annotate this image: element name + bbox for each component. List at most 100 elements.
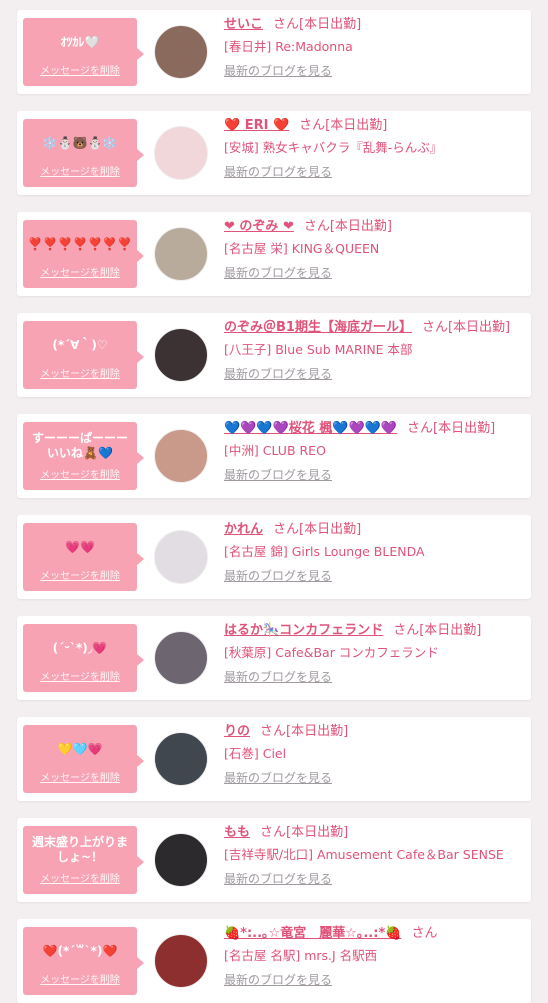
latest-blog-link[interactable]: 最新のブログを見る xyxy=(224,365,332,382)
delete-message-link[interactable]: メッセージを削除 xyxy=(27,163,133,178)
message-text: ❄️⛄🐻⛄❄️ xyxy=(42,135,118,150)
message-card: (*´∀｀)♡ メッセージを削除 のぞみ＠B1期生【海底ガール】 さん[本日出勤]… xyxy=(17,313,531,397)
avatar[interactable] xyxy=(154,126,208,180)
latest-blog-link[interactable]: 最新のブログを見る xyxy=(224,870,332,887)
cast-info: ❤ のぞみ ❤ さん[本日出勤] [名古屋 栄] KING＆QUEEN 最新のブロ… xyxy=(224,218,525,281)
message-card: ❤️(*´꒳`*)❤️ メッセージを削除 🍓*:..｡☆竜宮 麗華☆｡..:*🍓… xyxy=(17,919,531,1003)
delete-message-link[interactable]: メッセージを削除 xyxy=(27,668,133,683)
message-card: ❣️❣️❣️❣️❣️❣️❣️ メッセージを削除 ❤ のぞみ ❤ さん[本日出勤] … xyxy=(17,212,531,296)
avatar[interactable] xyxy=(154,328,208,382)
cast-info: のぞみ＠B1期生【海底ガール】 さん[本日出勤] [八王子] Blue Sub M… xyxy=(224,319,525,382)
cast-suffix: さん[本日出勤] xyxy=(303,219,392,234)
message-bubble: ❄️⛄🐻⛄❄️ メッセージを削除 xyxy=(23,119,144,187)
cast-suffix: さん[本日出勤] xyxy=(260,724,349,739)
message-text: 週末盛り上がりましょ~！ xyxy=(31,835,128,864)
avatar[interactable] xyxy=(154,429,208,483)
latest-blog-link[interactable]: 最新のブログを見る xyxy=(224,163,332,180)
cast-info: かれん さん[本日出勤] [名古屋 錦] Girls Lounge BLENDA … xyxy=(224,521,525,584)
avatar[interactable] xyxy=(154,833,208,887)
message-card: 💛🩵💗 メッセージを削除 りの さん[本日出勤] [石巻] Ciel 最新のブログ… xyxy=(17,717,531,801)
message-bubble: すーーーぱーーーいいね🧸💙 メッセージを削除 xyxy=(23,422,144,490)
store-name: [吉祥寺駅/北口] Amusement Cafe＆Bar SENSE xyxy=(224,847,504,862)
avatar[interactable] xyxy=(154,631,208,685)
cast-suffix: さん[本日出勤] xyxy=(407,421,496,436)
store-name: [安城] 熟女キャバクラ『乱舞-らんぶ』 xyxy=(224,140,443,155)
delete-message-link[interactable]: メッセージを削除 xyxy=(27,62,133,77)
cast-info: りの さん[本日出勤] [石巻] Ciel 最新のブログを見る xyxy=(224,723,525,786)
delete-message-link[interactable]: メッセージを削除 xyxy=(27,769,133,784)
delete-message-link[interactable]: メッセージを削除 xyxy=(27,971,133,986)
avatar[interactable] xyxy=(154,934,208,988)
cast-suffix: さん[本日出勤] xyxy=(421,320,511,335)
cast-name-link[interactable]: のぞみ＠B1期生【海底ガール】 xyxy=(224,320,412,335)
message-bubble: ❤️(*´꒳`*)❤️ メッセージを削除 xyxy=(23,927,144,995)
avatar[interactable] xyxy=(154,530,208,584)
message-bubble: ❣️❣️❣️❣️❣️❣️❣️ メッセージを削除 xyxy=(23,220,144,288)
cast-info: 💙💜💙💜桜花 楓💙💜💙💜 さん[本日出勤] [中洲] CLUB REO 最新のブロ… xyxy=(224,420,525,483)
message-bubble: 💛🩵💗 メッセージを削除 xyxy=(23,725,144,793)
store-name: [中洲] CLUB REO xyxy=(224,443,326,458)
delete-message-link[interactable]: メッセージを削除 xyxy=(27,567,133,582)
store-name: [春日井] Re:Madonna xyxy=(224,39,353,54)
message-bubble: (*´∀｀)♡ メッセージを削除 xyxy=(23,321,144,389)
latest-blog-link[interactable]: 最新のブログを見る xyxy=(224,668,332,685)
latest-blog-link[interactable]: 最新のブログを見る xyxy=(224,971,332,988)
cast-suffix: さん[本日出勤] xyxy=(260,825,349,840)
cast-info: ❤️ ERI ❤️ さん[本日出勤] [安城] 熟女キャバクラ『乱舞-らんぶ』 最… xyxy=(224,117,525,180)
cast-name-link[interactable]: もも xyxy=(224,825,250,840)
message-bubble: (ˊᵕˋ*)◞💗 メッセージを削除 xyxy=(23,624,144,692)
cast-suffix: さん[本日出勤] xyxy=(393,623,482,638)
delete-message-link[interactable]: メッセージを削除 xyxy=(27,466,133,481)
cast-name-link[interactable]: 💙💜💙💜桜花 楓💙💜💙💜 xyxy=(224,421,397,436)
store-name: [名古屋 名駅] mrs.J 名駅西 xyxy=(224,948,378,963)
message-text: (*´∀｀)♡ xyxy=(52,337,108,352)
store-name: [秋葉原] Cafe&Bar コンカフェランド xyxy=(224,645,439,660)
message-text: 💛🩵💗 xyxy=(57,741,103,756)
latest-blog-link[interactable]: 最新のブログを見る xyxy=(224,769,332,786)
message-list: ｵﾂｶﾚ🤍 メッセージを削除 せいこ さん[本日出勤] [春日井] Re:Mado… xyxy=(0,0,548,1003)
store-name: [石巻] Ciel xyxy=(224,746,287,761)
message-bubble: 💗💗 メッセージを削除 xyxy=(23,523,144,591)
message-text: すーーーぱーーーいいね🧸💙 xyxy=(31,431,128,460)
latest-blog-link[interactable]: 最新のブログを見る xyxy=(224,62,332,79)
cast-info: はるか🎠コンカフェランド さん[本日出勤] [秋葉原] Cafe&Bar コンカフ… xyxy=(224,622,525,685)
cast-suffix: さん xyxy=(411,926,438,941)
store-name: [名古屋 栄] KING＆QUEEN xyxy=(224,241,380,256)
message-text: 💗💗 xyxy=(65,539,95,554)
message-text: (ˊᵕˋ*)◞💗 xyxy=(52,640,108,655)
delete-message-link[interactable]: メッセージを削除 xyxy=(27,870,133,885)
cast-name-link[interactable]: ❤ のぞみ ❤ xyxy=(224,219,294,234)
message-bubble: ｵﾂｶﾚ🤍 メッセージを削除 xyxy=(23,18,144,86)
message-card: 週末盛り上がりましょ~！ メッセージを削除 もも さん[本日出勤] [吉祥寺駅/北… xyxy=(17,818,531,902)
cast-info: 🍓*:..｡☆竜宮 麗華☆｡..:*🍓 さん [名古屋 名駅] mrs.J 名駅西… xyxy=(224,925,525,988)
latest-blog-link[interactable]: 最新のブログを見る xyxy=(224,567,332,584)
message-card: (ˊᵕˋ*)◞💗 メッセージを削除 はるか🎠コンカフェランド さん[本日出勤] [… xyxy=(17,616,531,700)
cast-name-link[interactable]: せいこ xyxy=(224,17,263,32)
delete-message-link[interactable]: メッセージを削除 xyxy=(27,264,133,279)
latest-blog-link[interactable]: 最新のブログを見る xyxy=(224,264,332,281)
cast-name-link[interactable]: ❤️ ERI ❤️ xyxy=(224,118,289,133)
store-name: [八王子] Blue Sub MARINE 本部 xyxy=(224,342,413,357)
cast-info: もも さん[本日出勤] [吉祥寺駅/北口] Amusement Cafe＆Bar … xyxy=(224,824,525,887)
avatar[interactable] xyxy=(154,25,208,79)
cast-name-link[interactable]: 🍓*:..｡☆竜宮 麗華☆｡..:*🍓 xyxy=(224,926,401,941)
message-text: ❤️(*´꒳`*)❤️ xyxy=(42,943,118,958)
store-name: [名古屋 錦] Girls Lounge BLENDA xyxy=(224,544,425,559)
message-text: ❣️❣️❣️❣️❣️❣️❣️ xyxy=(27,236,133,251)
message-bubble: 週末盛り上がりましょ~！ メッセージを削除 xyxy=(23,826,144,894)
cast-suffix: さん[本日出勤] xyxy=(299,118,388,133)
message-card: ❄️⛄🐻⛄❄️ メッセージを削除 ❤️ ERI ❤️ さん[本日出勤] [安城] … xyxy=(17,111,531,195)
cast-suffix: さん[本日出勤] xyxy=(273,17,362,32)
avatar[interactable] xyxy=(154,227,208,281)
avatar[interactable] xyxy=(154,732,208,786)
cast-info: せいこ さん[本日出勤] [春日井] Re:Madonna 最新のブログを見る xyxy=(224,16,525,79)
delete-message-link[interactable]: メッセージを削除 xyxy=(27,365,133,380)
latest-blog-link[interactable]: 最新のブログを見る xyxy=(224,466,332,483)
message-card: ｵﾂｶﾚ🤍 メッセージを削除 せいこ さん[本日出勤] [春日井] Re:Mado… xyxy=(17,10,531,94)
cast-name-link[interactable]: りの xyxy=(224,724,250,739)
cast-name-link[interactable]: はるか🎠コンカフェランド xyxy=(224,623,383,638)
message-text: ｵﾂｶﾚ🤍 xyxy=(60,34,100,49)
message-card: すーーーぱーーーいいね🧸💙 メッセージを削除 💙💜💙💜桜花 楓💙💜💙💜 さん[本日… xyxy=(17,414,531,498)
cast-name-link[interactable]: かれん xyxy=(224,522,263,537)
message-card: 💗💗 メッセージを削除 かれん さん[本日出勤] [名古屋 錦] Girls Lo… xyxy=(17,515,531,599)
